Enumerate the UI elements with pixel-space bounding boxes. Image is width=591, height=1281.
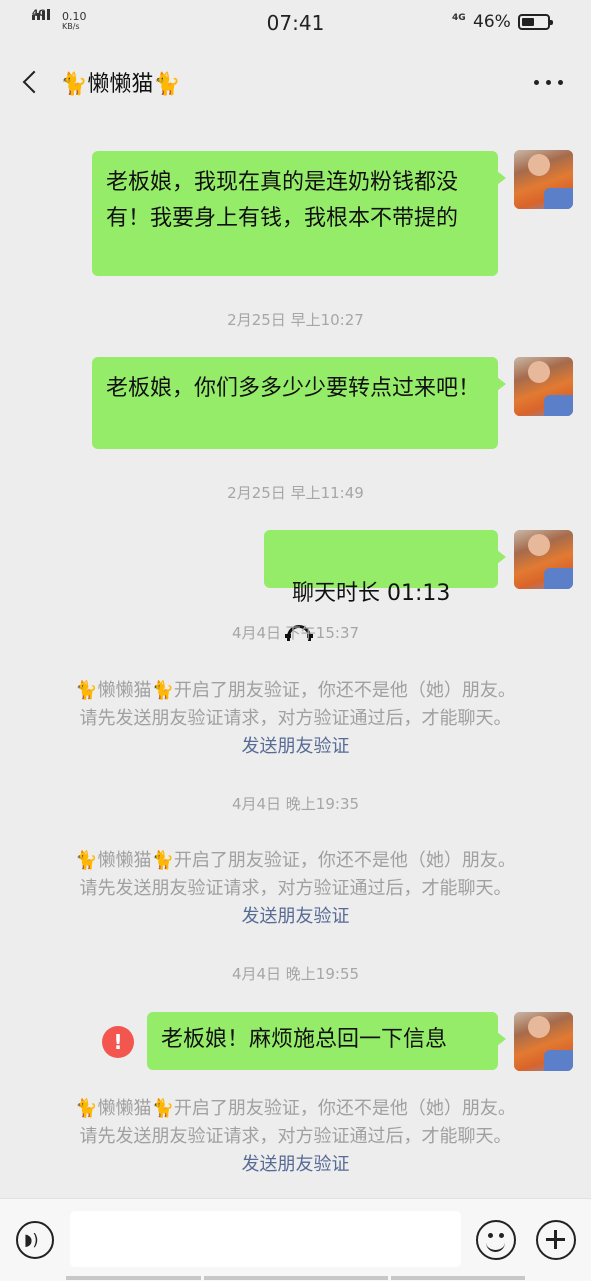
avatar[interactable] <box>514 530 573 589</box>
message-bubble[interactable]: 老板娘，你们多多少少要转点过来吧！ <box>92 357 506 449</box>
status-bar: 4G 0.10 KB/s 07:41 4G 46% <box>0 0 591 46</box>
input-bar: ◗) <box>0 1198 591 1281</box>
system-notice: 🐈懒懒猫🐈开启了朋友验证，你还不是他（她）朋友。 请先发送朋友验证请求，对方验证… <box>0 1095 591 1179</box>
message-bubble[interactable]: 老板娘，我现在真的是连奶粉钱都没有！我要身上有钱，我根本不带提的 <box>92 151 506 276</box>
avatar[interactable] <box>514 1012 573 1071</box>
timestamp: 4月4日 下午15:37 <box>231 624 360 642</box>
system-notice: 🐈懒懒猫🐈开启了朋友验证，你还不是他（她）朋友。 请先发送朋友验证请求，对方验证… <box>0 847 591 931</box>
keyboard-strip <box>204 1276 388 1280</box>
send-verification-link[interactable]: 发送朋友验证 <box>242 1151 350 1179</box>
call-record-bubble[interactable]: 聊天时长 01:13 <box>264 530 506 641</box>
call-duration: 聊天时长 01:13 <box>292 581 451 606</box>
chat-title: 🐈懒懒猫🐈 <box>60 72 181 97</box>
system-notice-line2: 请先发送朋友验证请求，对方验证通过后，才能聊天。 <box>79 708 512 729</box>
timestamp: 4月4日 晚上19:55 <box>231 965 360 983</box>
plus-icon[interactable] <box>536 1220 576 1260</box>
timestamp: 4月4日 晚上19:35 <box>231 795 360 813</box>
chat-header: 🐈懒懒猫🐈 <box>0 46 591 118</box>
more-icon[interactable] <box>530 68 570 96</box>
send-verification-link[interactable]: 发送朋友验证 <box>242 733 350 761</box>
back-arrow-icon[interactable] <box>18 64 48 100</box>
error-icon[interactable]: ! <box>102 1026 134 1058</box>
system-notice-line2: 请先发送朋友验证请求，对方验证通过后，才能聊天。 <box>79 878 512 899</box>
message-input[interactable] <box>70 1211 461 1267</box>
system-notice-line2: 请先发送朋友验证请求，对方验证通过后，才能聊天。 <box>79 1126 512 1147</box>
send-verification-link[interactable]: 发送朋友验证 <box>242 903 350 931</box>
system-notice-line1: 🐈懒懒猫🐈开启了朋友验证，你还不是他（她）朋友。 <box>75 850 516 871</box>
emoji-icon[interactable] <box>476 1220 516 1260</box>
keyboard-strip <box>391 1276 525 1280</box>
timestamp: 2月25日 早上11:49 <box>227 484 364 502</box>
keyboard-strip <box>66 1276 201 1280</box>
system-notice: 🐈懒懒猫🐈开启了朋友验证，你还不是他（她）朋友。 请先发送朋友验证请求，对方验证… <box>0 677 591 761</box>
voice-icon[interactable]: ◗) <box>16 1221 54 1259</box>
avatar[interactable] <box>514 150 573 209</box>
message-bubble[interactable]: 老板娘！麻烦施总回一下信息 <box>147 1012 506 1070</box>
timestamp: 2月25日 早上10:27 <box>227 311 364 329</box>
battery-percent: 46% <box>473 12 511 32</box>
network-type-2: 4G <box>452 13 466 23</box>
battery-icon <box>518 14 553 30</box>
avatar[interactable] <box>514 357 573 416</box>
system-notice-line1: 🐈懒懒猫🐈开启了朋友验证，你还不是他（她）朋友。 <box>75 1098 516 1119</box>
system-notice-line1: 🐈懒懒猫🐈开启了朋友验证，你还不是他（她）朋友。 <box>75 680 516 701</box>
